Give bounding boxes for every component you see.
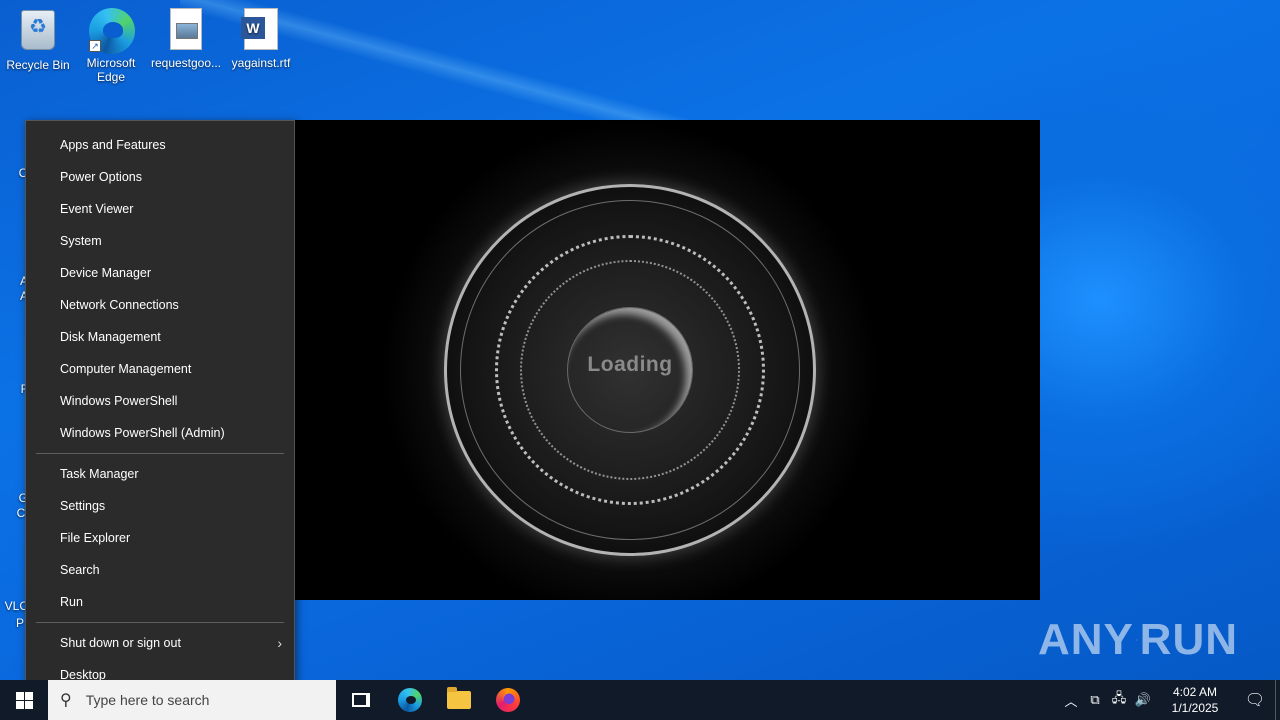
desktop-icon-yagainst[interactable]: W yagainst.rtf — [223, 8, 299, 70]
desktop-icon-partial[interactable]: G — [0, 491, 28, 505]
desktop-icon-partial[interactable]: F — [0, 382, 28, 396]
desktop-icon-recycle-bin[interactable]: Recycle Bin — [0, 8, 76, 72]
desktop-icon-requestgoo[interactable]: requestgoo... — [148, 8, 224, 70]
menu-item-search[interactable]: Search — [26, 554, 294, 586]
taskbar: ⚲ Type here to search ︿ ⧉ 🖧 🔊 4:02 AM 1/… — [0, 680, 1280, 720]
menu-item-power-options[interactable]: Power Options — [26, 161, 294, 193]
chevron-right-icon: › — [277, 635, 282, 651]
system-tray: ︿ ⧉ 🖧 🔊 4:02 AM 1/1/2025 🗨 — [1059, 680, 1280, 720]
word-document-icon: W — [239, 8, 283, 52]
menu-item-event-viewer[interactable]: Event Viewer — [26, 193, 294, 225]
taskbar-edge-button[interactable] — [385, 680, 434, 720]
menu-separator — [36, 453, 284, 454]
menu-item-settings[interactable]: Settings — [26, 490, 294, 522]
desktop-icon-partial[interactable]: Cl — [0, 506, 28, 520]
menu-item-disk-management[interactable]: Disk Management — [26, 321, 294, 353]
menu-separator — [36, 622, 284, 623]
menu-item-computer-management[interactable]: Computer Management — [26, 353, 294, 385]
loading-text: Loading — [587, 353, 673, 376]
desktop-icon-partial[interactable]: VLC — [0, 599, 28, 613]
recycle-bin-icon — [16, 10, 60, 54]
show-desktop-button[interactable] — [1275, 680, 1280, 720]
image-file-icon — [164, 8, 208, 52]
menu-item-apps-and-features[interactable]: Apps and Features — [26, 129, 294, 161]
menu-item-network-connections[interactable]: Network Connections — [26, 289, 294, 321]
network-icon[interactable]: 🖧 — [1107, 689, 1131, 711]
watermark-text-right: RUN — [1139, 615, 1238, 664]
chevron-up-icon[interactable]: ︿ — [1059, 691, 1083, 710]
clock-date: 1/1/2025 — [1171, 701, 1219, 715]
menu-item-label: Shut down or sign out — [60, 636, 181, 650]
anyrun-watermark: ANY RUN — [1038, 605, 1238, 675]
menu-item-windows-powershell-admin[interactable]: Windows PowerShell (Admin) — [26, 417, 294, 449]
notification-icon: 🗨 — [1244, 692, 1266, 709]
loading-splash-window: Loading — [295, 120, 1040, 600]
search-icon: ⚲ — [60, 692, 72, 709]
edge-icon: ↗ — [89, 8, 135, 54]
desktop-icon-label: Microsoft Edge — [86, 56, 136, 84]
desktop-icon-edge[interactable]: ↗ Microsoft Edge — [73, 8, 149, 84]
taskbar-file-explorer-button[interactable] — [434, 680, 483, 720]
desktop-icon-label: Recycle Bin — [6, 58, 70, 72]
taskbar-search-box[interactable]: ⚲ Type here to search — [48, 680, 336, 720]
taskbar-firefox-button[interactable] — [483, 680, 532, 720]
menu-item-system[interactable]: System — [26, 225, 294, 257]
task-view-icon — [351, 693, 370, 707]
windows-logo-icon — [15, 691, 33, 709]
menu-item-file-explorer[interactable]: File Explorer — [26, 522, 294, 554]
file-explorer-icon — [446, 687, 471, 709]
menu-item-task-manager[interactable]: Task Manager — [26, 458, 294, 490]
volume-icon[interactable]: 🔊 — [1131, 692, 1155, 708]
menu-item-windows-powershell[interactable]: Windows PowerShell — [26, 385, 294, 417]
menu-item-device-manager[interactable]: Device Manager — [26, 257, 294, 289]
task-view-button[interactable] — [336, 680, 385, 720]
desktop-icon-label: requestgoo... — [150, 56, 222, 70]
action-center-button[interactable]: 🗨 — [1235, 680, 1275, 720]
desktop-icon-label: yagainst.rtf — [231, 56, 291, 70]
desktop-icon-partial[interactable]: A — [0, 289, 28, 303]
taskbar-clock[interactable]: 4:02 AM 1/1/2025 — [1161, 684, 1229, 716]
search-placeholder: Type here to search — [85, 692, 210, 708]
menu-item-shut-down-or-sign-out[interactable]: Shut down or sign out › — [26, 627, 294, 659]
desktop-icon-partial[interactable]: P — [0, 616, 24, 630]
menu-item-run[interactable]: Run — [26, 586, 294, 618]
edge-icon — [397, 688, 422, 712]
watermark-text-left: ANY — [1038, 615, 1134, 664]
play-icon — [1136, 639, 1138, 641]
winx-context-menu: Apps and Features Power Options Event Vi… — [25, 120, 295, 700]
clock-time: 4:02 AM — [1172, 685, 1218, 699]
partial-label: P — [15, 616, 24, 630]
desktop-icon-partial[interactable]: A — [0, 274, 28, 288]
meet-now-icon[interactable]: ⧉ — [1083, 692, 1107, 708]
start-button[interactable] — [0, 680, 48, 720]
firefox-icon — [495, 688, 520, 712]
